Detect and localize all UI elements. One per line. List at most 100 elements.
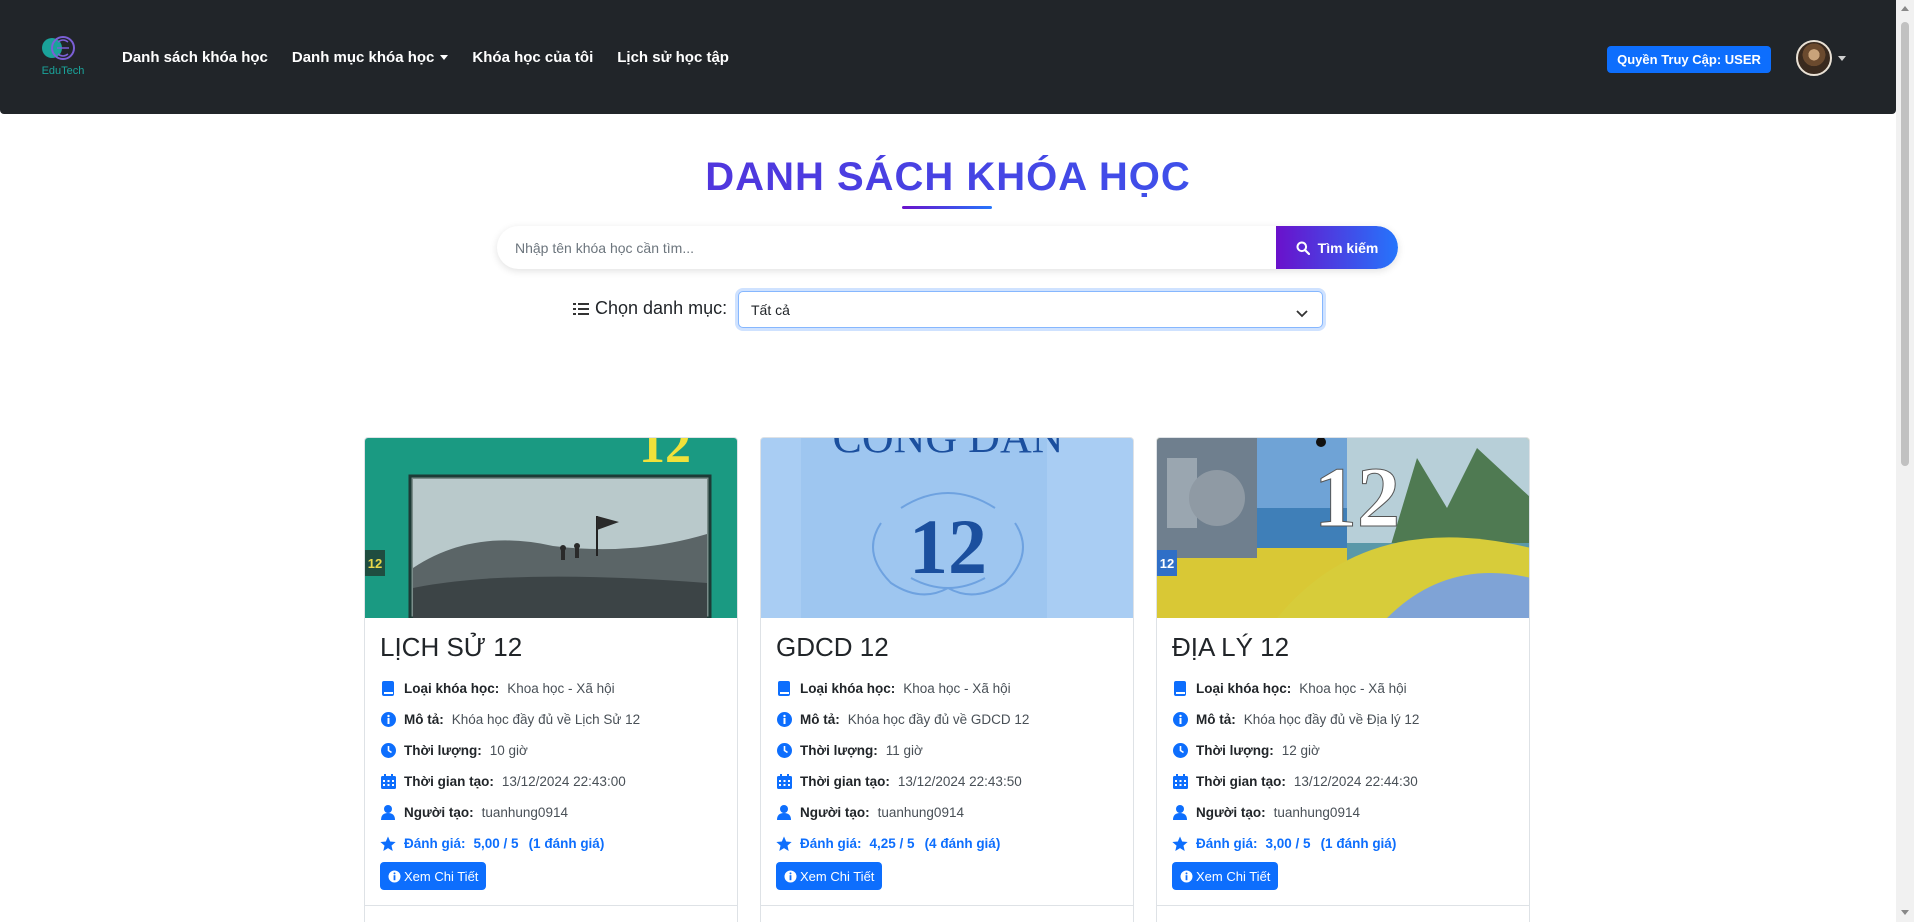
calendar-icon: [776, 774, 792, 790]
course-description-label: Mô tả:: [404, 712, 444, 727]
caret-down-icon: [440, 55, 449, 60]
course-type-label: Loại khóa học:: [800, 681, 896, 696]
search-button-label: Tìm kiếm: [1317, 239, 1379, 256]
category-selected-value: Tất cả: [751, 301, 790, 318]
card-body: ĐỊA LÝ 12 Loại khóa học: Khoa học - Xã h…: [1157, 618, 1529, 890]
category-label: Chọn danh mục:: [573, 298, 727, 319]
search-icon: [1296, 241, 1310, 255]
chevron-down-icon: [1296, 305, 1308, 321]
course-cover-image: CÔNG DÂN 12: [761, 438, 1133, 618]
star-icon: [1172, 835, 1188, 852]
course-rating-label: Đánh giá:: [800, 836, 862, 851]
course-duration-value: 10 giờ: [489, 743, 528, 758]
cover-side-number: 12: [368, 556, 382, 571]
course-card: CÔNG DÂN 12 GDCD 12 Loại khóa học: Khoa …: [760, 437, 1134, 922]
course-description-label: Mô tả:: [1196, 712, 1236, 727]
course-created-row: Thời gian tạo: 13/12/2024 22:43:00: [380, 766, 722, 797]
card-divider: [1157, 905, 1529, 906]
course-creator-value: tuanhung0914: [481, 805, 568, 820]
nav-link-my-courses[interactable]: Khóa học của tôi: [472, 49, 593, 66]
user-icon: [380, 805, 396, 821]
clock-icon: [380, 743, 396, 759]
book-icon: [1172, 681, 1188, 697]
card-divider: [761, 905, 1133, 906]
course-duration-label: Thời lượng:: [800, 743, 878, 758]
access-role-button[interactable]: Quyền Truy Cập: USER: [1607, 46, 1771, 73]
course-created-row: Thời gian tạo: 13/12/2024 22:44:30: [1172, 766, 1514, 797]
course-description-value: Khóa học đầy đủ về Lịch Sử 12: [451, 712, 641, 727]
course-rating-row: Đánh giá: 4,25 / 5 (4 đánh giá): [776, 828, 1118, 859]
category-select[interactable]: Tất cả: [738, 291, 1323, 328]
edutech-logo[interactable]: EduTech: [38, 32, 88, 84]
course-duration-label: Thời lượng:: [1196, 743, 1274, 758]
info-circle-icon: [380, 712, 396, 728]
course-creator-value: tuanhung0914: [877, 805, 964, 820]
view-detail-button[interactable]: Xem Chi Tiết: [380, 862, 487, 890]
course-type-label: Loại khóa học:: [1196, 681, 1292, 696]
course-rating-label: Đánh giá:: [1196, 836, 1258, 851]
info-circle-icon: [1172, 712, 1188, 728]
course-creator-label: Người tạo:: [800, 805, 870, 820]
page-title: DANH SÁCH KHÓA HỌC: [0, 155, 1896, 200]
course-duration-value: 11 giờ: [885, 743, 923, 758]
course-creator-label: Người tạo:: [404, 805, 474, 820]
scrollbar-thumb[interactable]: [1901, 22, 1909, 466]
card-body: LỊCH SỬ 12 Loại khóa học: Khoa học - Xã …: [365, 618, 737, 890]
course-duration-row: Thời lượng: 12 giờ: [1172, 735, 1514, 766]
course-cover-image: 12 12: [365, 438, 737, 618]
info-circle-icon: [776, 712, 792, 728]
nav-dropdown-categories-label: Danh mục khóa học: [291, 48, 435, 66]
course-description-row: Mô tả: Khóa học đầy đủ về Địa lý 12: [1172, 704, 1514, 735]
course-created-value: 13/12/2024 22:43:50: [897, 774, 1022, 789]
scroll-down-icon[interactable]: [1901, 910, 1909, 915]
course-type-row: Loại khóa học: Khoa học - Xã hội: [776, 673, 1118, 704]
course-rating-count: (1 đánh giá): [528, 836, 605, 851]
search-button[interactable]: Tìm kiếm: [1276, 226, 1398, 269]
nav-link-course-list-label: Danh sách khóa học: [122, 48, 268, 66]
nav-link-course-list[interactable]: Danh sách khóa học: [122, 49, 268, 66]
scroll-up-icon[interactable]: [1901, 6, 1909, 11]
course-cover-image: 12 12: [1157, 438, 1529, 618]
caret-down-icon: [1838, 55, 1846, 61]
course-card: 12 12 LỊCH SỬ 12 Loại khóa học: Khoa học…: [364, 437, 738, 922]
course-description-value: Khóa học đầy đủ về Địa lý 12: [1243, 712, 1420, 727]
nav-link-learning-history-label: Lịch sử học tập: [617, 48, 729, 66]
course-created-label: Thời gian tạo:: [404, 774, 494, 789]
star-icon: [380, 835, 396, 852]
course-title: ĐỊA LÝ 12: [1172, 632, 1290, 662]
course-rating-count: (4 đánh giá): [924, 836, 1001, 851]
title-underline: [902, 206, 992, 209]
course-duration-label: Thời lượng:: [404, 743, 482, 758]
course-description-row: Mô tả: Khóa học đầy đủ về Lịch Sử 12: [380, 704, 722, 735]
clock-icon: [1172, 743, 1188, 759]
course-type-value: Khoa học - Xã hội: [903, 681, 1011, 696]
course-type-row: Loại khóa học: Khoa học - Xã hội: [1172, 673, 1514, 704]
view-detail-label: Xem Chi Tiết: [800, 868, 875, 884]
view-detail-label: Xem Chi Tiết: [1196, 868, 1271, 884]
book-icon: [380, 681, 396, 697]
course-creator-row: Người tạo: tuanhung0914: [776, 797, 1118, 828]
course-card: 12 12 ĐỊA LÝ 12 Loại khóa học: Khoa học …: [1156, 437, 1530, 922]
calendar-icon: [380, 774, 396, 790]
nav-link-my-courses-label: Khóa học của tôi: [472, 48, 594, 66]
star-icon: [776, 835, 792, 852]
user-menu-toggle[interactable]: [1796, 40, 1846, 76]
nav-link-learning-history[interactable]: Lịch sử học tập: [617, 49, 729, 66]
search-bar: Tìm kiếm: [497, 226, 1398, 269]
course-creator-value: tuanhung0914: [1273, 805, 1360, 820]
course-duration-value: 12 giờ: [1281, 743, 1320, 758]
cover-number: 12: [909, 503, 987, 590]
view-detail-button[interactable]: Xem Chi Tiết: [776, 862, 883, 890]
cover-title: CÔNG DÂN: [833, 438, 1064, 462]
search-input[interactable]: [497, 226, 1277, 269]
nav-dropdown-categories[interactable]: Danh mục khóa học: [292, 49, 449, 66]
view-detail-label: Xem Chi Tiết: [404, 868, 479, 884]
course-description-row: Mô tả: Khóa học đầy đủ về GDCD 12: [776, 704, 1118, 735]
course-created-label: Thời gian tạo:: [1196, 774, 1286, 789]
cover-number: 12: [1314, 449, 1400, 545]
view-detail-button[interactable]: Xem Chi Tiết: [1172, 862, 1279, 890]
course-rating-value: 3,00 / 5: [1265, 836, 1311, 851]
scrollbar[interactable]: [1896, 0, 1914, 922]
course-type-value: Khoa học - Xã hội: [1299, 681, 1407, 696]
course-description-value: Khóa học đầy đủ về GDCD 12: [847, 712, 1030, 727]
